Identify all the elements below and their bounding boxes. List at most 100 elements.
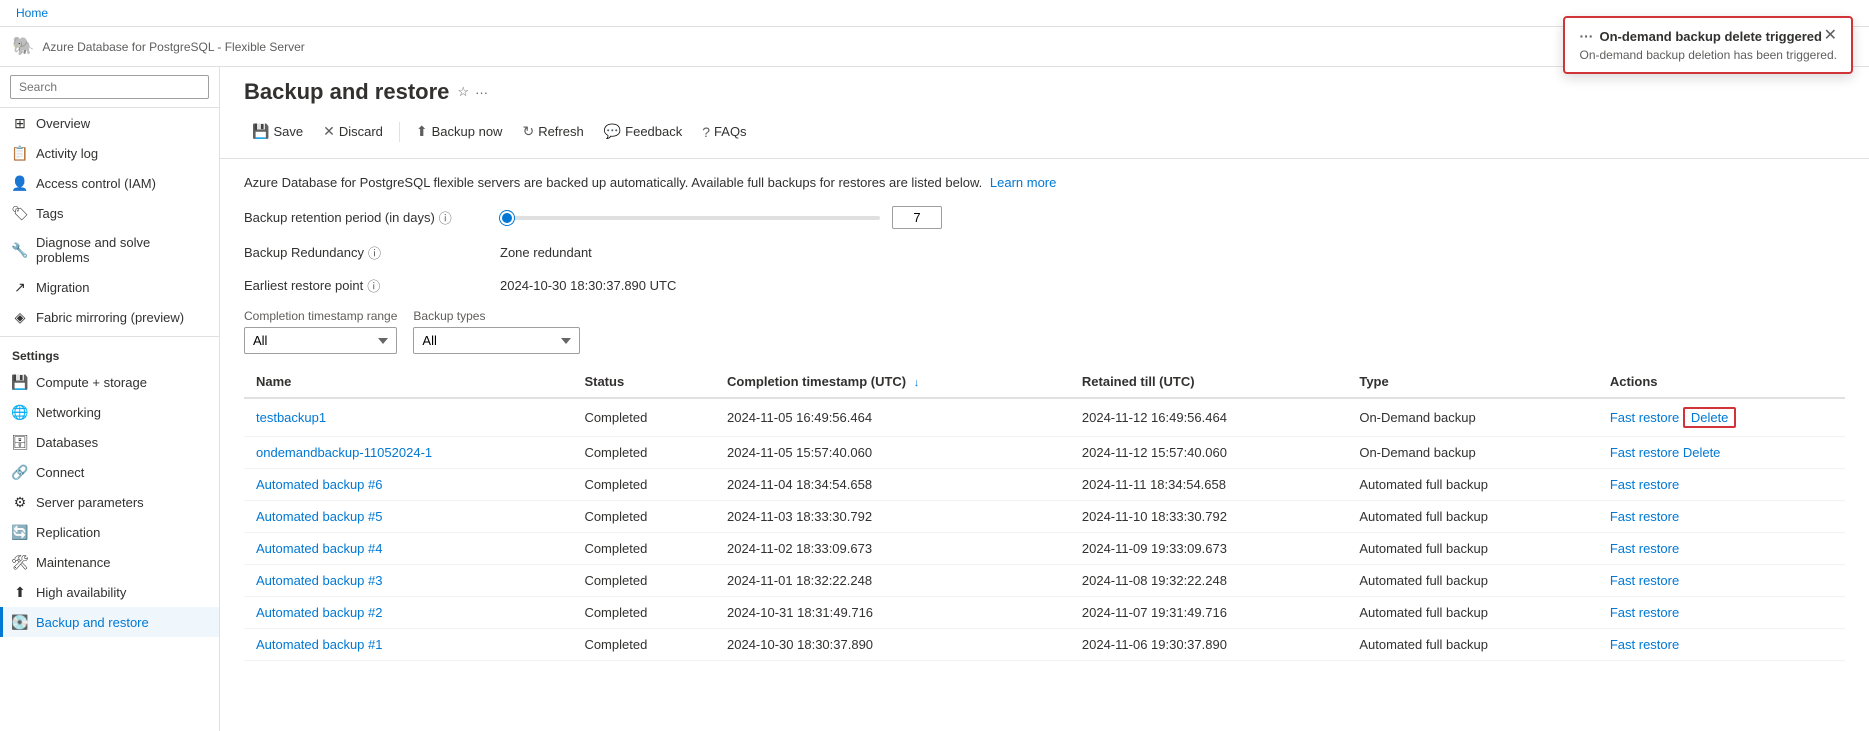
sidebar-item-high-availability[interactable]: ⬆High availability xyxy=(0,577,219,607)
sidebar-icon-compute-storage: 💾 xyxy=(12,374,28,390)
azure-icon: 🐘 xyxy=(12,36,34,57)
sidebar-item-compute-storage[interactable]: 💾Compute + storage xyxy=(0,367,219,397)
cell-name: Automated backup #3 xyxy=(244,565,572,597)
feedback-button[interactable]: 💬 Feedback xyxy=(596,119,691,144)
sidebar-label-fabric-mirroring: Fabric mirroring (preview) xyxy=(36,310,184,325)
backup-name-link-6[interactable]: Automated backup #2 xyxy=(256,605,382,620)
cell-actions: Fast restore xyxy=(1598,565,1845,597)
refresh-icon: ↻ xyxy=(522,123,534,140)
sidebar-item-maintenance[interactable]: 🛠Maintenance xyxy=(0,547,219,577)
faqs-button[interactable]: ? FAQs xyxy=(694,120,754,144)
favorite-icon[interactable]: ☆ xyxy=(457,84,469,100)
fast-restore-link-3[interactable]: Fast restore xyxy=(1610,509,1679,524)
discard-button[interactable]: ✕ Discard xyxy=(315,119,391,144)
cell-name: ondemandbackup-11052024-1 xyxy=(244,437,572,469)
sidebar-item-overview[interactable]: ⊞Overview xyxy=(0,108,219,138)
backup-now-button[interactable]: ⬆ Backup now xyxy=(408,119,511,144)
sidebar-search-container xyxy=(0,67,219,108)
more-options-icon[interactable]: ··· xyxy=(475,85,488,100)
breadcrumb-home[interactable]: Home xyxy=(16,6,48,20)
fast-restore-link-7[interactable]: Fast restore xyxy=(1610,637,1679,652)
earliest-restore-label: Earliest restore point ⓘ xyxy=(244,276,484,295)
table-row: Automated backup #2 Completed 2024-10-31… xyxy=(244,597,1845,629)
cell-status: Completed xyxy=(572,437,715,469)
cell-completion: 2024-11-05 16:49:56.464 xyxy=(715,398,1070,437)
main-content: Backup and restore ☆ ··· 💾 Save ✕ Discar… xyxy=(220,67,1869,731)
backup-name-link-3[interactable]: Automated backup #5 xyxy=(256,509,382,524)
toast-close-button[interactable]: ✕ xyxy=(1824,28,1837,44)
sidebar-item-diagnose[interactable]: 🔧Diagnose and solve problems xyxy=(0,228,219,272)
backup-name-link-5[interactable]: Automated backup #3 xyxy=(256,573,382,588)
save-button[interactable]: 💾 Save xyxy=(244,119,311,144)
sidebar-item-access-control[interactable]: 👤Access control (IAM) xyxy=(0,168,219,198)
save-icon: 💾 xyxy=(252,123,269,140)
cell-retained: 2024-11-11 18:34:54.658 xyxy=(1070,469,1347,501)
type-filter-select[interactable]: All On-Demand backup Automated full back… xyxy=(413,327,580,354)
sidebar-item-activity-log[interactable]: 📋Activity log xyxy=(0,138,219,168)
delete-button-0[interactable]: Delete xyxy=(1683,407,1737,428)
sidebar-item-databases[interactable]: 🗄Databases xyxy=(0,427,219,457)
retention-slider[interactable] xyxy=(500,216,880,220)
fast-restore-link-4[interactable]: Fast restore xyxy=(1610,541,1679,556)
sidebar-item-tags[interactable]: 🏷Tags xyxy=(0,198,219,228)
sidebar-item-fabric-mirroring[interactable]: ◈ Fabric mirroring (preview) xyxy=(0,302,219,332)
sidebar-item-replication[interactable]: 🔄Replication xyxy=(0,517,219,547)
retention-info-icon[interactable]: ⓘ xyxy=(439,208,452,227)
fast-restore-link-0[interactable]: Fast restore xyxy=(1610,410,1679,425)
table-row: Automated backup #3 Completed 2024-11-01… xyxy=(244,565,1845,597)
discard-icon: ✕ xyxy=(323,123,335,140)
sidebar-item-networking[interactable]: 🌐Networking xyxy=(0,397,219,427)
sidebar-icon-backup-restore: 💽 xyxy=(12,614,28,630)
col-retained: Retained till (UTC) xyxy=(1070,366,1347,398)
cell-status: Completed xyxy=(572,629,715,661)
cell-retained: 2024-11-12 16:49:56.464 xyxy=(1070,398,1347,437)
sidebar-label-tags: Tags xyxy=(36,206,63,221)
refresh-button[interactable]: ↻ Refresh xyxy=(514,119,591,144)
type-filter-group: Backup types All On-Demand backup Automa… xyxy=(413,309,580,354)
sort-icon[interactable]: ↓ xyxy=(914,377,920,389)
settings-group-label: Settings xyxy=(0,341,219,367)
learn-more-link[interactable]: Learn more xyxy=(990,175,1056,190)
toast-body: On-demand backup deletion has been trigg… xyxy=(1579,48,1837,62)
page-title-row: Backup and restore ☆ ··· xyxy=(244,79,1845,105)
fast-restore-link-6[interactable]: Fast restore xyxy=(1610,605,1679,620)
sidebar-item-connect[interactable]: 🔗Connect xyxy=(0,457,219,487)
sidebar-divider xyxy=(0,336,219,337)
faqs-icon: ? xyxy=(702,124,710,140)
backup-name-link-2[interactable]: Automated backup #6 xyxy=(256,477,382,492)
page-title: Backup and restore xyxy=(244,79,449,105)
fast-restore-link-1[interactable]: Fast restore xyxy=(1610,445,1679,460)
cell-retained: 2024-11-07 19:31:49.716 xyxy=(1070,597,1347,629)
sidebar-label-diagnose: Diagnose and solve problems xyxy=(36,235,207,265)
sidebar-icon-connect: 🔗 xyxy=(12,464,28,480)
sidebar-item-migration[interactable]: ↗Migration xyxy=(0,272,219,302)
sidebar-settings: 💾Compute + storage🌐Networking🗄Databases🔗… xyxy=(0,367,219,637)
retention-row: Backup retention period (in days) ⓘ 7 xyxy=(244,206,1845,229)
timestamp-filter-group: Completion timestamp range All Last 7 da… xyxy=(244,309,397,354)
cell-type: Automated full backup xyxy=(1347,533,1598,565)
backup-name-link-1[interactable]: ondemandbackup-11052024-1 xyxy=(256,445,432,460)
sidebar-nav: ⊞Overview📋Activity log👤Access control (I… xyxy=(0,108,219,332)
retention-value-input[interactable]: 7 xyxy=(892,206,942,229)
sidebar-item-backup-restore[interactable]: 💽Backup and restore xyxy=(0,607,219,637)
toast-dots-icon: ··· xyxy=(1579,28,1593,44)
backup-name-link-0[interactable]: testbackup1 xyxy=(256,410,326,425)
backup-name-link-7[interactable]: Automated backup #1 xyxy=(256,637,382,652)
timestamp-filter-select[interactable]: All Last 7 days Last 30 days xyxy=(244,327,397,354)
cell-retained: 2024-11-06 19:30:37.890 xyxy=(1070,629,1347,661)
search-input[interactable] xyxy=(10,75,209,99)
redundancy-info-icon[interactable]: ⓘ xyxy=(368,243,381,262)
fast-restore-link-2[interactable]: Fast restore xyxy=(1610,477,1679,492)
redundancy-value: Zone redundant xyxy=(500,245,592,260)
delete-link-1[interactable]: Delete xyxy=(1683,445,1721,460)
sidebar-item-server-parameters[interactable]: ⚙Server parameters xyxy=(0,487,219,517)
backup-name-link-4[interactable]: Automated backup #4 xyxy=(256,541,382,556)
fast-restore-link-5[interactable]: Fast restore xyxy=(1610,573,1679,588)
cell-completion: 2024-11-03 18:33:30.792 xyxy=(715,501,1070,533)
cell-completion: 2024-10-30 18:30:37.890 xyxy=(715,629,1070,661)
col-type: Type xyxy=(1347,366,1598,398)
backups-table-container: Name Status Completion timestamp (UTC) ↓… xyxy=(244,366,1845,661)
sidebar-icon-fabric-mirroring: ◈ xyxy=(12,309,28,325)
table-row: Automated backup #6 Completed 2024-11-04… xyxy=(244,469,1845,501)
earliest-restore-info-icon[interactable]: ⓘ xyxy=(367,276,380,295)
